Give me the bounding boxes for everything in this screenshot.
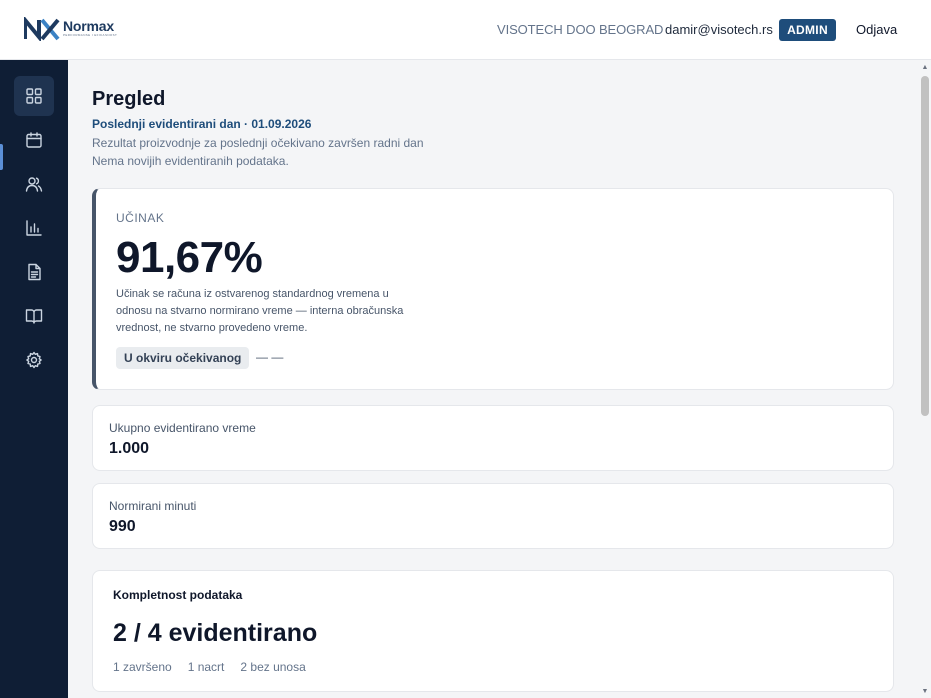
efficiency-label: UČINAK: [116, 211, 165, 225]
normax-logo[interactable]: Normax PERFORMANSE I EFIKASNOST: [24, 17, 117, 41]
active-indicator: [0, 144, 3, 170]
sidebar-item-documents[interactable]: [14, 252, 54, 292]
sidebar-item-reports[interactable]: [14, 208, 54, 248]
completed-count: 1 završeno: [113, 660, 172, 674]
sidebar-item-dashboard[interactable]: [14, 76, 54, 116]
efficiency-trend: — —: [256, 350, 284, 364]
logout-link[interactable]: Odjava: [856, 22, 897, 37]
scrollbar-thumb[interactable]: [921, 76, 929, 416]
no-entry-count: 2 bez unosa: [240, 660, 306, 674]
role-badge: ADMIN: [779, 19, 836, 41]
completeness-title: Kompletnost podataka: [113, 588, 243, 602]
top-bar: Normax PERFORMANSE I EFIKASNOST VISOTECH…: [0, 0, 931, 60]
stat-value: 990: [109, 518, 136, 535]
gear-icon: [26, 351, 42, 369]
sidebar-item-settings[interactable]: [14, 340, 54, 380]
draft-count: 1 nacrt: [187, 660, 225, 674]
stat-value: 1.000: [109, 440, 150, 457]
stat-card-total-time: Ukupno evidentirano vreme 1.000: [92, 405, 894, 471]
status-badge: U okviru očekivanog: [116, 347, 250, 369]
completeness-value: 2 / 4 evidentirano: [113, 619, 318, 647]
completeness-breakdown: 1 završeno 1 nacrt 2 bez unosa: [113, 660, 306, 674]
stat-label: Ukupno evidentirano vreme: [109, 421, 256, 435]
page-note: Nema novijih evidentiranih podataka.: [92, 154, 289, 168]
page-subtitle: Rezultat proizvodnje za poslednji očekiv…: [92, 136, 424, 150]
dashboard-grid-icon: [26, 88, 42, 104]
stat-label: Normirani minuti: [109, 499, 197, 513]
user-email: damir@visotech.rs: [665, 22, 773, 37]
efficiency-description: Učinak se računa iz ostvarenog standardn…: [116, 288, 404, 334]
bar-chart-icon: [26, 220, 42, 236]
page-title: Pregled: [92, 88, 166, 110]
efficiency-value: 91,67%: [116, 233, 263, 282]
sidebar-item-calendar[interactable]: [14, 120, 54, 160]
sidebar-item-users[interactable]: [14, 164, 54, 204]
sidebar-item-guide[interactable]: [14, 296, 54, 336]
scroll-down-arrow-icon[interactable]: ▼: [921, 686, 929, 696]
calendar-icon: [26, 132, 42, 148]
sidebar: [0, 60, 68, 698]
company-name: VISOTECH DOO BEOGRAD: [497, 22, 664, 37]
main-content: Pregled Poslednji evidentirani dan · 01.…: [68, 60, 919, 698]
stat-card-normed-minutes: Normirani minuti 990: [92, 483, 894, 549]
logo-tagline: PERFORMANSE I EFIKASNOST: [63, 33, 118, 37]
last-recorded-day: Poslednji evidentirani dan · 01.09.2026: [92, 117, 312, 131]
normax-logo-mark-icon: [24, 17, 60, 41]
book-icon: [25, 309, 43, 324]
document-icon: [28, 263, 41, 281]
completeness-card: Kompletnost podataka 2 / 4 evidentirano …: [92, 570, 894, 692]
efficiency-card: UČINAK 91,67% Učinak se računa iz ostvar…: [92, 188, 894, 390]
scrollbar[interactable]: ▲ ▼: [919, 60, 931, 698]
logo-name: Normax: [63, 18, 114, 34]
users-icon: [25, 177, 43, 192]
scroll-up-arrow-icon[interactable]: ▲: [921, 62, 929, 72]
